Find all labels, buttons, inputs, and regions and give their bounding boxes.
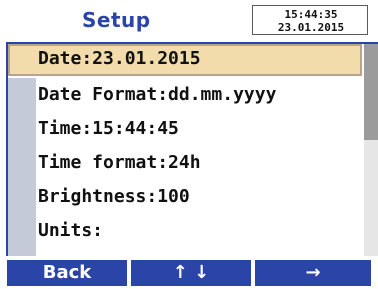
back-button[interactable]: Back (6, 259, 128, 287)
menu-item-label: Date Format:dd.mm.yyyy (38, 84, 277, 105)
settings-list: Date:23.01.2015 Date Format:dd.mm.yyyy T… (8, 44, 362, 256)
menu-item-time[interactable]: Time:15:44:45 (8, 114, 362, 146)
device-screen: Setup 15:44:35 23.01.2015 Date:23.01.201… (0, 0, 378, 289)
clock-time: 15:44:35 (284, 8, 338, 21)
header: Setup 15:44:35 23.01.2015 (0, 0, 378, 42)
clock-box: 15:44:35 23.01.2015 (252, 5, 368, 35)
menu-item-time-format[interactable]: Time format:24h (8, 148, 362, 180)
menu-item-label: Brightness:100 (38, 186, 190, 207)
right-arrow-button[interactable]: → (254, 259, 372, 287)
up-down-button[interactable]: ↑ ↓ (130, 259, 252, 287)
menu-item-date-format[interactable]: Date Format:dd.mm.yyyy (8, 80, 362, 112)
menu-item-label: Date:23.01.2015 (38, 48, 201, 69)
clock-date: 23.01.2015 (277, 21, 345, 34)
page-title: Setup (82, 8, 151, 32)
menu-item-date[interactable]: Date:23.01.2015 (8, 44, 362, 76)
menu-item-units[interactable]: Units: (8, 216, 362, 248)
menu-item-label: Time format:24h (38, 152, 201, 173)
softkey-bar: Back ↑ ↓ → (0, 259, 378, 289)
scrollbar-thumb[interactable] (364, 44, 378, 140)
scrollbar[interactable] (364, 44, 378, 256)
menu-item-label: Time:15:44:45 (38, 118, 179, 139)
menu-item-label: Units: (38, 220, 104, 241)
menu-item-brightness[interactable]: Brightness:100 (8, 182, 362, 214)
